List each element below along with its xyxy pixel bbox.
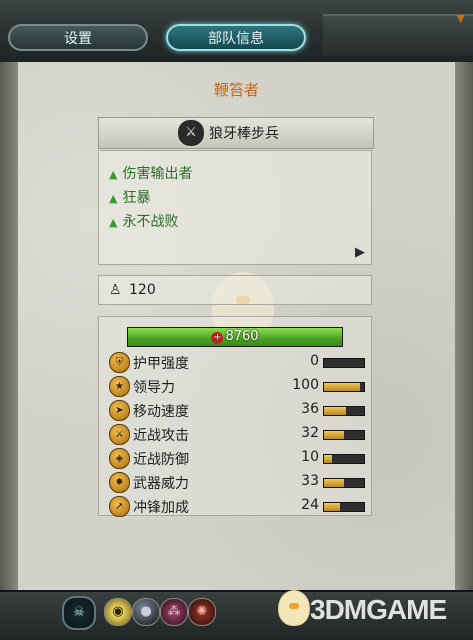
ability-label: 伤害输出者	[122, 166, 193, 182]
hp-value: 8760	[225, 329, 259, 344]
stat-bar-fill	[324, 383, 360, 391]
stat-label: 近战防御	[133, 452, 189, 468]
top-right-ornament: ▼	[323, 12, 473, 56]
leadership-icon: ★	[109, 376, 130, 397]
ability-label: 狂暴	[122, 190, 151, 206]
stat-row-melee-attack[interactable]: ⚔ 近战攻击 32	[99, 423, 373, 445]
stat-row-leadership[interactable]: ★ 领导力 100	[99, 375, 373, 397]
eye-icon[interactable]: ◉	[104, 598, 132, 626]
stat-label: 领导力	[133, 380, 175, 396]
stat-bar	[323, 454, 365, 464]
orb-icon[interactable]: ●	[132, 598, 160, 626]
unit-name-bar: ⚔ 狼牙棒步兵	[98, 117, 374, 149]
stat-bar	[323, 502, 365, 512]
stat-bar	[323, 382, 365, 392]
claw-icon[interactable]: ⁂	[160, 598, 188, 626]
ability-label: 永不战败	[122, 214, 179, 230]
expand-arrow-icon[interactable]: ▶	[355, 245, 365, 260]
stats-panel: +8760 ⛨ 护甲强度 0 ★ 领导力 100 ➤ 移动速度 36 ⚔ 近战攻…	[98, 316, 373, 517]
watermark-text: 3DMGAME	[310, 594, 447, 625]
stat-row-weapon-strength[interactable]: ✸ 武器威力 33	[99, 471, 373, 493]
unit-name: 狼牙棒步兵	[209, 126, 279, 142]
stat-bar	[323, 406, 365, 416]
soldier-icon: ♙	[109, 282, 122, 298]
stat-row-charge-bonus[interactable]: ➚ 冲锋加成 24	[99, 495, 373, 517]
stat-label: 护甲强度	[133, 356, 189, 372]
ability-item[interactable]: ▲ 狂暴	[109, 187, 150, 207]
stat-value: 0	[310, 353, 319, 369]
stat-label: 近战攻击	[133, 428, 189, 444]
stat-bar-fill	[324, 431, 344, 439]
abilities-list: ▲ 伤害输出者 ▲ 狂暴 ▲ 永不战败 ▶	[98, 150, 372, 265]
ability-item[interactable]: ▲ 伤害输出者	[109, 163, 192, 183]
fire-icon[interactable]: ✺	[188, 598, 216, 626]
stat-value: 36	[301, 401, 319, 417]
weapon-strength-icon: ✸	[109, 472, 130, 493]
melee-defence-icon: ◈	[109, 448, 130, 469]
tab-settings[interactable]: 设置	[8, 24, 148, 51]
armor-icon: ⛨	[109, 352, 130, 373]
stat-value: 10	[301, 449, 319, 465]
stat-bar-fill	[324, 479, 344, 487]
chick-beak	[289, 603, 299, 609]
stat-row-melee-defence[interactable]: ◈ 近战防御 10	[99, 447, 373, 469]
hp-bar: +8760	[127, 327, 343, 347]
stat-label: 移动速度	[133, 404, 189, 420]
hp-value-row: +8760	[128, 328, 342, 346]
unit-count: 120	[129, 282, 156, 298]
stat-label: 冲锋加成	[133, 500, 189, 516]
ability-arrow-icon: ▲	[109, 168, 118, 181]
health-plus-icon: +	[211, 332, 224, 344]
panel-left-frame	[0, 62, 18, 590]
stat-bar	[323, 478, 365, 488]
ability-arrow-icon: ▲	[109, 216, 118, 229]
stat-value: 33	[301, 473, 319, 489]
rank-skull-icon[interactable]: ☠	[62, 596, 96, 630]
unit-type-label: 鞭笞者	[213, 81, 259, 99]
panel-right-frame	[455, 62, 473, 590]
tab-unit-info[interactable]: 部队信息	[166, 24, 306, 51]
melee-attack-icon: ⚔	[109, 424, 130, 445]
crossed-maces-icon: ⚔	[177, 119, 205, 147]
watermark-chick-logo	[278, 590, 310, 626]
stat-row-armor[interactable]: ⛨ 护甲强度 0	[99, 351, 373, 373]
stat-value: 24	[301, 497, 319, 513]
stat-row-speed[interactable]: ➤ 移动速度 36	[99, 399, 373, 421]
stat-bar	[323, 358, 365, 368]
charge-bonus-icon: ➚	[109, 496, 130, 517]
stat-value: 100	[292, 377, 319, 393]
unit-count-bar: ♙ 120	[98, 275, 372, 305]
stat-label: 武器威力	[133, 476, 189, 492]
ability-item[interactable]: ▲ 永不战败	[109, 211, 178, 231]
stat-bar-fill	[324, 455, 332, 463]
stat-bar-fill	[324, 407, 346, 415]
ability-arrow-icon: ▲	[109, 192, 118, 205]
stat-bar	[323, 430, 365, 440]
stat-value: 32	[301, 425, 319, 441]
speed-icon: ➤	[109, 400, 130, 421]
stat-bar-fill	[324, 503, 340, 511]
ornament-triangle-icon: ▼	[456, 12, 465, 25]
